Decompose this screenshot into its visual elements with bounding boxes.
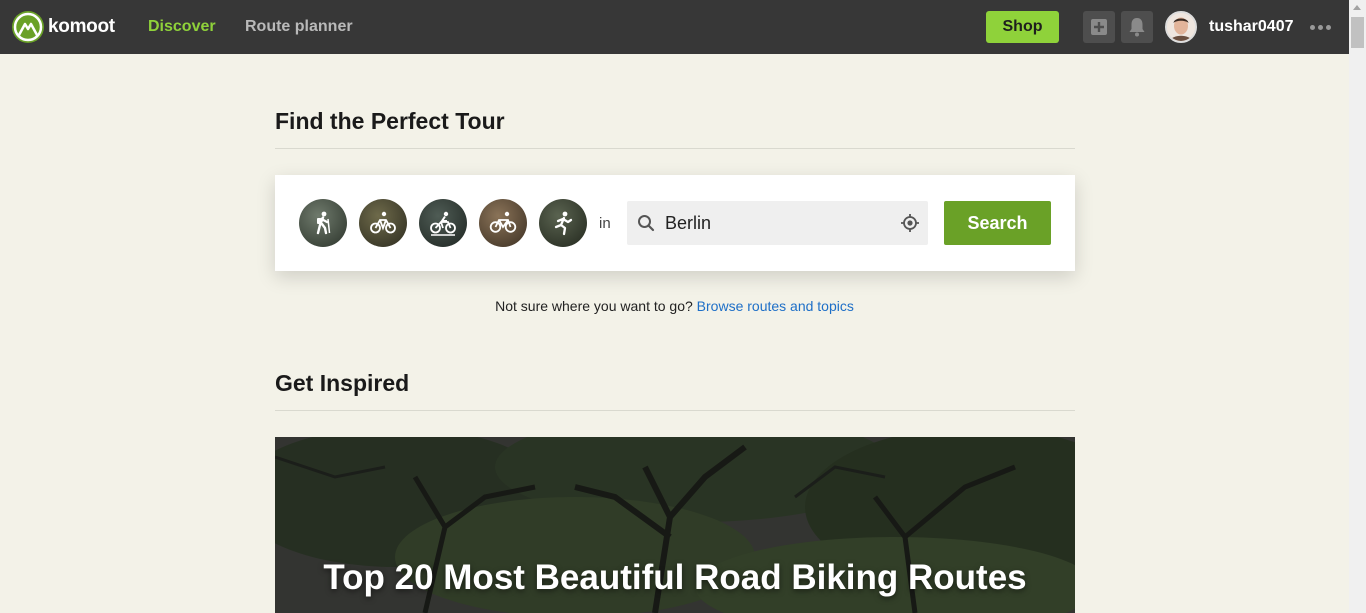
search-button[interactable]: Search [944, 201, 1051, 245]
nav-route-planner[interactable]: Route planner [245, 18, 353, 36]
browse-routes-link[interactable]: Browse routes and topics [697, 298, 854, 314]
komoot-logo[interactable]: komoot [12, 11, 115, 43]
tour-search-card: in Berlin Search [275, 175, 1075, 271]
mountain-logo-icon [12, 11, 44, 43]
brand-name: komoot [48, 16, 115, 37]
page-scrollbar[interactable] [1349, 0, 1366, 613]
running-icon [554, 211, 573, 236]
more-options-icon[interactable] [1310, 25, 1331, 30]
create-tour-button[interactable] [1083, 11, 1115, 43]
user-avatar[interactable] [1165, 11, 1197, 43]
shop-button[interactable]: Shop [986, 11, 1059, 43]
sport-bike-touring-button[interactable] [359, 199, 407, 247]
sport-hiking-button[interactable] [299, 199, 347, 247]
bell-icon [1129, 18, 1145, 37]
get-inspired-heading: Get Inspired [275, 370, 1075, 411]
scroll-up-arrow-icon[interactable] [1353, 5, 1361, 10]
notifications-button[interactable] [1121, 11, 1153, 43]
current-location-icon[interactable] [900, 213, 920, 233]
mountain-bike-icon [430, 211, 456, 236]
plus-icon [1091, 19, 1107, 35]
find-tour-heading: Find the Perfect Tour [275, 108, 1075, 149]
inspiration-hero-card[interactable]: Top 20 Most Beautiful Road Biking Routes [275, 437, 1075, 613]
hiking-icon [316, 211, 331, 235]
top-nav-bar: komoot Discover Route planner Shop tusha… [0, 0, 1349, 54]
sport-mountain-bike-button[interactable] [419, 199, 467, 247]
browse-prompt: Not sure where you want to go? Browse ro… [0, 298, 1349, 314]
username-label[interactable]: tushar0407 [1209, 18, 1294, 36]
location-input[interactable]: Berlin [627, 201, 928, 245]
road-bike-icon [489, 211, 517, 233]
hero-collection-title[interactable]: Top 20 Most Beautiful Road Biking Routes [275, 558, 1075, 598]
browse-prompt-text: Not sure where you want to go? [495, 298, 693, 314]
nav-discover[interactable]: Discover [148, 18, 216, 36]
sport-road-bike-button[interactable] [479, 199, 527, 247]
scrollbar-thumb[interactable] [1351, 17, 1364, 48]
bike-touring-icon [370, 211, 396, 234]
search-icon [638, 215, 655, 232]
sport-running-button[interactable] [539, 199, 587, 247]
location-value[interactable]: Berlin [665, 213, 711, 234]
in-label: in [599, 215, 611, 232]
